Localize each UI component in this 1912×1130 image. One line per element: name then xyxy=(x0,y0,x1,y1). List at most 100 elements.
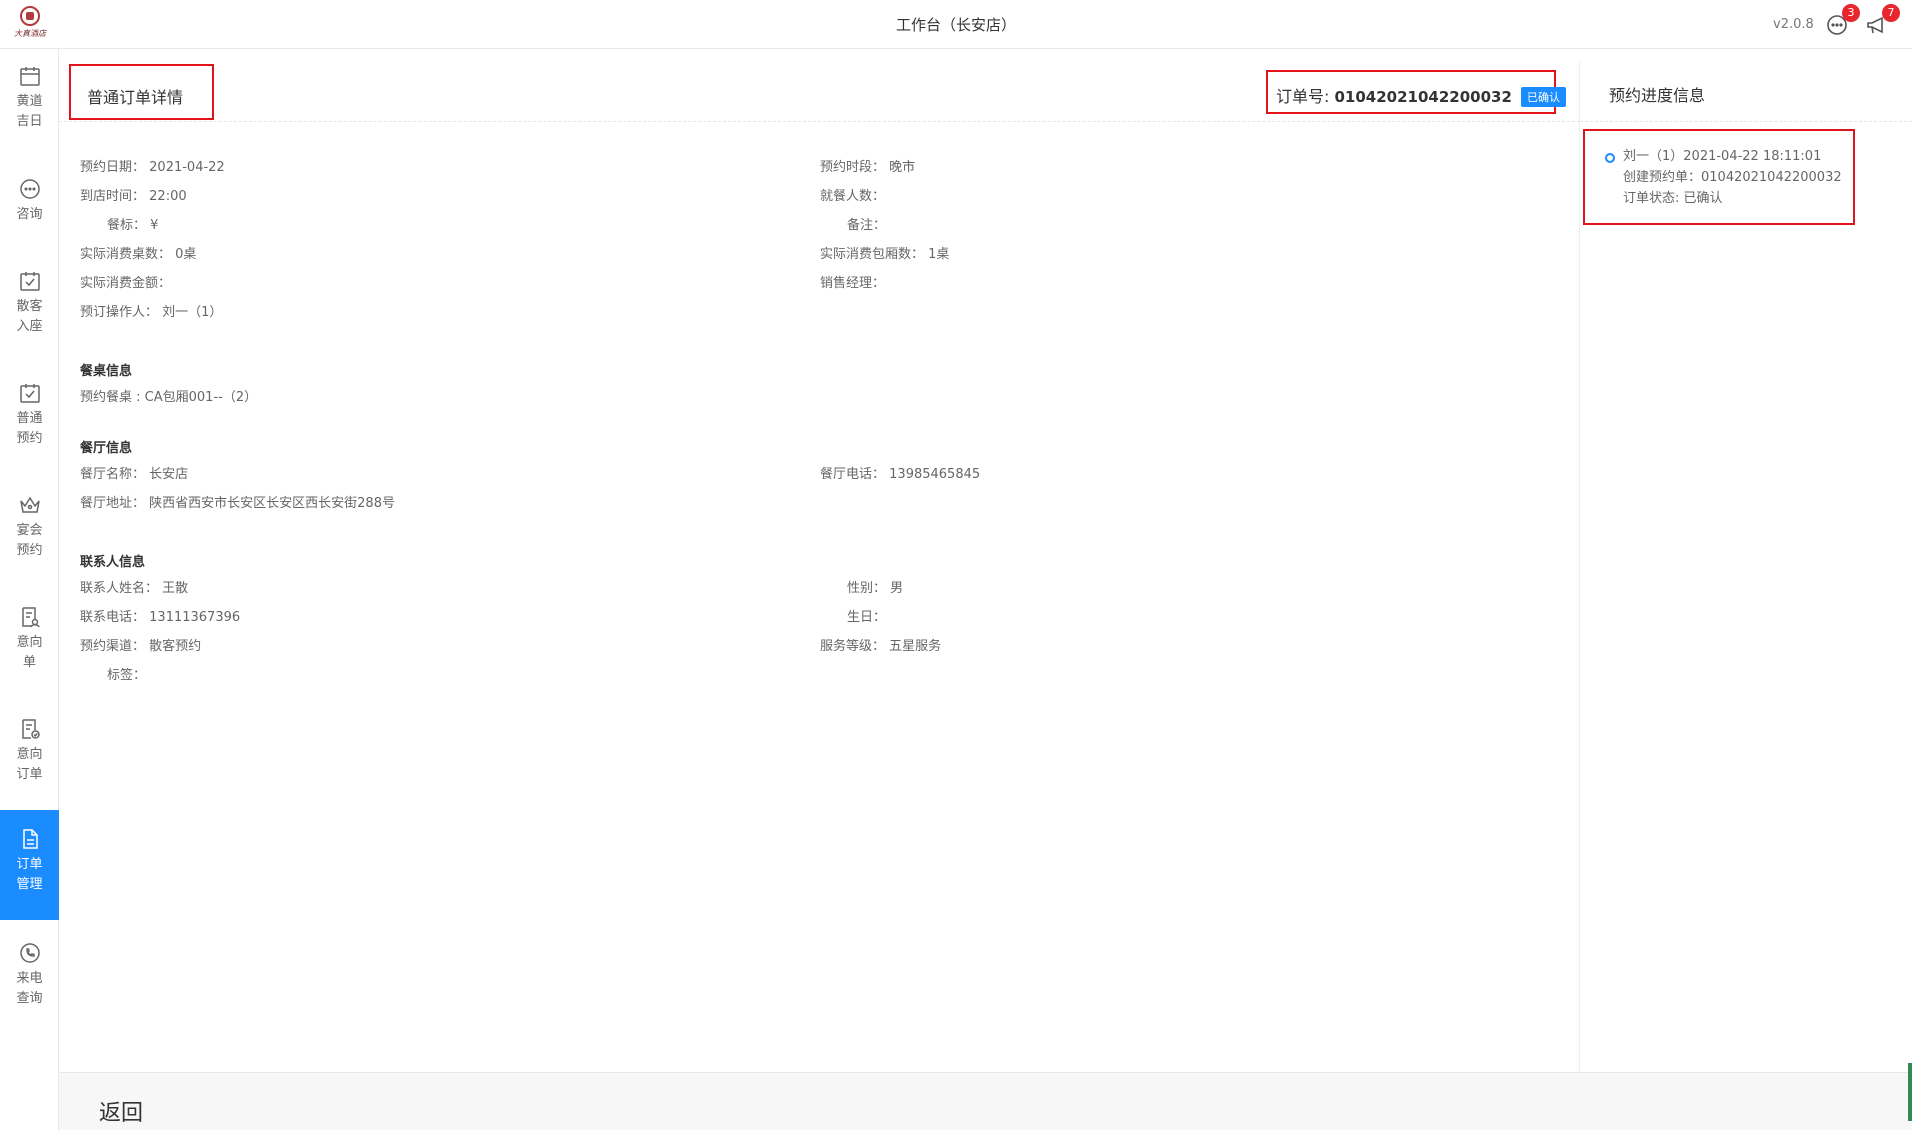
contact-phone-field: 联系电话： 13111367396 xyxy=(80,606,240,625)
sidebar-item-consult[interactable]: 咨询 xyxy=(0,177,59,247)
field-value: 晚市 xyxy=(889,160,916,175)
field-value: 2021-04-22 xyxy=(149,160,225,175)
sidebar-item-banquet-booking[interactable]: 宴会 预约 xyxy=(0,493,59,583)
document-check-icon xyxy=(21,719,40,739)
progress-lines: 刘一（1）2021-04-22 18:11:01 创建预约单：010420210… xyxy=(1623,146,1842,209)
field-label: 预约餐桌 : xyxy=(80,390,141,405)
sidebar-item-label: 来电 xyxy=(16,971,43,986)
field-label: 实际消费包厢数： xyxy=(820,247,925,262)
progress-panel: 预约进度信息 刘一（1）2021-04-22 18:11:01 创建预约单：01… xyxy=(1580,62,1912,1072)
sidebar-item-label: 预约 xyxy=(16,431,43,446)
field-label: 预约时段： xyxy=(820,160,886,175)
contact-birthday-field: 生日： xyxy=(847,606,886,625)
field-value: 男 xyxy=(890,581,904,596)
field-label: 餐标： xyxy=(107,218,147,233)
sidebar-item-call-lookup[interactable]: 来电 查询 xyxy=(0,941,59,1031)
field-value: 散客预约 xyxy=(149,639,202,654)
field-value: 陕西省西安市长安区长安区西长安街288号 xyxy=(149,496,395,511)
sidebar-item-label: 订单 xyxy=(16,767,43,782)
booking-channel-field: 预约渠道： 散客预约 xyxy=(80,635,201,654)
restaurant-info-title: 餐厅信息 xyxy=(80,441,133,456)
field-value: 22:00 xyxy=(149,189,187,204)
app-title: 工作台（长安店） xyxy=(895,16,1016,34)
top-bar: 大真酒店 工作台（长安店） v2.0.8 3 7 xyxy=(0,0,1912,49)
order-number-box: 订单号: 01042021042200032 已确认 xyxy=(1266,70,1567,114)
sidebar-item-label: 预约 xyxy=(16,543,43,558)
sidebar-item-label: 普通 xyxy=(16,411,43,426)
actual-amount-field: 实际消费金额： xyxy=(80,272,171,291)
restaurant-name-field: 餐厅名称： 长安店 xyxy=(80,463,188,482)
progress-operator-time: 刘一（1）2021-04-22 18:11:01 xyxy=(1623,149,1822,164)
order-number: 01042021042200032 xyxy=(1334,88,1512,106)
progress-entry: 刘一（1）2021-04-22 18:11:01 创建预约单：010420210… xyxy=(1583,129,1855,225)
sidebar-item-label: 入座 xyxy=(16,319,43,334)
order-number-label: 订单号: xyxy=(1276,87,1330,106)
field-value: 13985465845 xyxy=(889,467,981,482)
detail-header: 普通订单详情 订单号: 01042021042200032 已确认 xyxy=(59,62,1580,122)
sidebar-item-label: 单 xyxy=(22,655,36,670)
field-label: 餐厅电话： xyxy=(820,467,886,482)
footer-bar: 返回 xyxy=(59,1072,1912,1130)
field-value: ¥ xyxy=(150,218,159,233)
meal-standard-field: 餐标： ¥ xyxy=(107,214,158,233)
field-value: 刘一（1） xyxy=(162,305,223,320)
sidebar-item-order-management[interactable]: 订单 管理 xyxy=(0,810,59,920)
sidebar-item-label: 管理 xyxy=(16,877,43,892)
sidebar-item-label: 订单 xyxy=(16,857,43,872)
announcements-badge: 7 xyxy=(1882,4,1900,22)
document-user-icon xyxy=(21,607,40,628)
field-label: 预约日期： xyxy=(80,160,146,175)
calendar-check-icon xyxy=(19,272,40,291)
arrival-time-field: 到店时间： 22:00 xyxy=(80,185,187,204)
order-detail-panel: 普通订单详情 订单号: 01042021042200032 已确认 预约日期： … xyxy=(59,62,1580,1072)
reserved-table-field: 预约餐桌 : CA包厢001--（2） xyxy=(80,386,257,405)
field-value: 1桌 xyxy=(928,247,950,262)
field-label: 性别： xyxy=(847,581,887,596)
sidebar-item-auspicious-days[interactable]: 黄道 吉日 xyxy=(0,64,59,154)
timeline-dot-icon xyxy=(1605,153,1615,163)
messages-button[interactable]: 3 xyxy=(1825,4,1860,37)
progress-action: 创建预约单：01042021042200032 xyxy=(1623,170,1842,185)
announcements-button[interactable]: 7 xyxy=(1865,4,1900,37)
service-level-field: 服务等级： 五星服务 xyxy=(820,635,941,654)
field-label: 实际消费金额： xyxy=(80,276,172,291)
sidebar-item-label: 黄道 xyxy=(16,94,43,109)
page-title: 普通订单详情 xyxy=(69,64,214,120)
progress-status: 订单状态: 已确认 xyxy=(1623,191,1723,206)
sidebar-item-label: 宴会 xyxy=(16,523,43,538)
sales-manager-field: 销售经理： xyxy=(820,272,885,291)
field-value: 王散 xyxy=(162,581,189,596)
sidebar-item-normal-booking[interactable]: 普通 预约 xyxy=(0,381,59,471)
booking-date-field: 预约日期： 2021-04-22 xyxy=(80,156,225,175)
diners-count-field: 就餐人数： xyxy=(820,185,885,204)
field-label: 联系电话： xyxy=(80,610,146,625)
field-label: 就餐人数： xyxy=(820,189,886,204)
field-label: 实际消费桌数： xyxy=(80,247,172,262)
calendar-check-icon xyxy=(19,384,40,403)
field-label: 餐厅地址： xyxy=(80,496,146,511)
field-label: 备注： xyxy=(847,218,887,233)
sidebar-item-label: 吉日 xyxy=(16,114,43,129)
progress-title: 预约进度信息 xyxy=(1580,62,1912,122)
field-label: 预订操作人： xyxy=(80,305,159,320)
scrollbar-edge[interactable] xyxy=(1908,1063,1912,1121)
booking-operator-field: 预订操作人： 刘一（1） xyxy=(80,301,222,320)
sidebar-item-walk-in[interactable]: 散客 入座 xyxy=(0,269,59,359)
field-value: 0桌 xyxy=(175,247,197,262)
sidebar-item-intent-form[interactable]: 意向 单 xyxy=(0,605,59,695)
actual-rooms-field: 实际消费包厢数： 1桌 xyxy=(820,243,949,262)
field-label: 联系人姓名： xyxy=(80,581,159,596)
remark-field: 备注： xyxy=(847,214,886,233)
sidebar-item-label: 意向 xyxy=(16,747,43,762)
back-button[interactable]: 返回 xyxy=(99,1095,143,1127)
field-value: CA包厢001--（2） xyxy=(144,390,258,405)
field-value: 长安店 xyxy=(149,467,189,482)
restaurant-address-field: 餐厅地址： 陕西省西安市长安区长安区西长安街288号 xyxy=(80,492,395,511)
field-label: 预约渠道： xyxy=(80,639,146,654)
sidebar-item-label: 散客 xyxy=(16,299,43,314)
phone-icon xyxy=(19,943,40,963)
sidebar-item-intent-order[interactable]: 意向 订单 xyxy=(0,717,59,807)
status-badge: 已确认 xyxy=(1521,87,1567,107)
sidebar-item-label: 意向 xyxy=(16,635,43,650)
table-info-title: 餐桌信息 xyxy=(80,364,133,379)
